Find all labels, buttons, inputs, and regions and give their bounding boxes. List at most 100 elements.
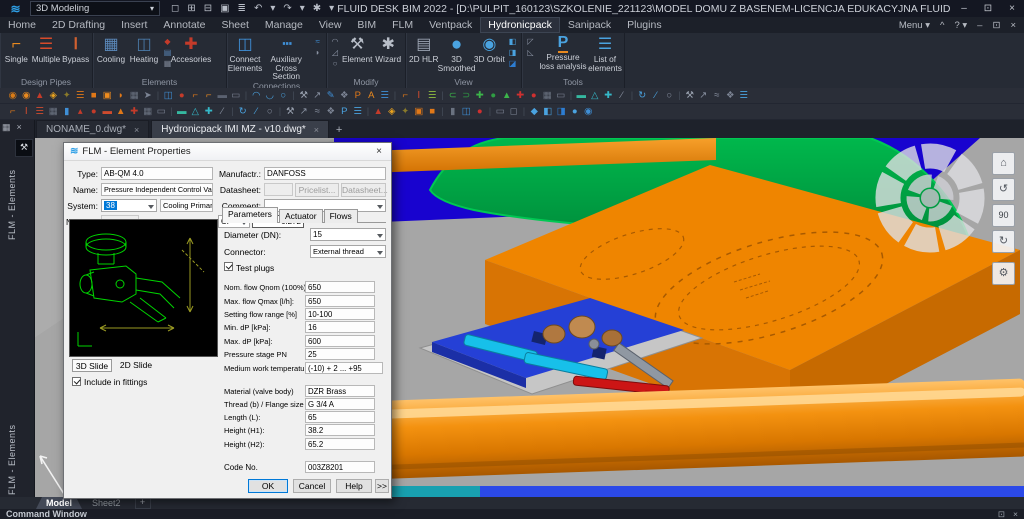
- toolbar-icon[interactable]: ▴: [74, 104, 88, 119]
- toolbar-icon[interactable]: ▬: [175, 104, 189, 119]
- toolbar-icon[interactable]: ∕: [649, 88, 663, 103]
- toolbar-icon[interactable]: ▲: [372, 104, 386, 119]
- minimize-icon[interactable]: –: [952, 3, 976, 14]
- toolbar-icon[interactable]: △: [588, 88, 602, 103]
- tab-annotate[interactable]: Annotate: [155, 17, 213, 33]
- ribbon-button-bypass[interactable]: Ⅰ Bypass: [61, 35, 90, 75]
- toolbar-icon[interactable]: ◗: [114, 88, 128, 103]
- tab-manage[interactable]: Manage: [257, 17, 311, 33]
- toolbar-icon[interactable]: ⚒: [683, 88, 697, 103]
- ribbon-button-cooling[interactable]: ▦ Cooling: [95, 35, 127, 75]
- restore-icon[interactable]: ⊡: [976, 3, 1000, 14]
- toolbar-icon[interactable]: ▬: [101, 104, 115, 119]
- toolbar-icon[interactable]: ▲: [114, 104, 128, 119]
- toolbar-icon[interactable]: Ⅰ: [20, 104, 34, 119]
- close-icon[interactable]: ×: [1000, 3, 1024, 14]
- sheet-set-icon[interactable]: ⊟: [201, 3, 215, 14]
- toolbar-icon[interactable]: ✚: [202, 104, 216, 119]
- toolbar-icon[interactable]: ⌐: [202, 88, 216, 103]
- doc-restore-icon[interactable]: ⊡: [988, 20, 1004, 31]
- toolbar-icon[interactable]: ❖: [724, 88, 738, 103]
- toolbar-icon[interactable]: ⌐: [6, 104, 20, 119]
- doc-close-icon[interactable]: ×: [1006, 20, 1020, 31]
- toolbar-icon[interactable]: ●: [175, 88, 189, 103]
- print-icon[interactable]: ≣: [235, 3, 249, 14]
- toolbar-icon[interactable]: ▭: [494, 104, 508, 119]
- new-tab-button[interactable]: +: [331, 123, 347, 138]
- toolbar-icon[interactable]: ⊂: [446, 88, 460, 103]
- cmdline-restore-icon[interactable]: ⊡: [998, 509, 1005, 519]
- tab-bim[interactable]: BIM: [349, 17, 384, 33]
- toolbar-icon[interactable]: ❖: [324, 104, 338, 119]
- toolbar-icon[interactable]: ↗: [311, 88, 325, 103]
- toolbar-icon[interactable]: ⚒: [297, 88, 311, 103]
- ribbon-button-heating[interactable]: ◫ Heating: [128, 35, 160, 75]
- toolbar-icon[interactable]: ⊃: [460, 88, 474, 103]
- ribbon-button-element[interactable]: ⚒ Element: [342, 35, 372, 75]
- toolbar-icon[interactable]: ∕: [250, 104, 264, 119]
- tab-insert[interactable]: Insert: [113, 17, 155, 33]
- toolbar-icon[interactable]: ◉: [6, 88, 20, 103]
- toolbar-icon[interactable]: ⌐: [189, 88, 203, 103]
- toolbar-icon[interactable]: ◠: [250, 88, 264, 103]
- toolbar-icon[interactable]: ▦: [141, 104, 155, 119]
- undo-caret-icon[interactable]: ▾: [267, 3, 278, 14]
- tab-hydronicpack[interactable]: Hydronicpack: [480, 17, 560, 33]
- type-field[interactable]: AB-QM 4.0: [101, 167, 213, 180]
- toolbar-icon[interactable]: ○: [329, 58, 341, 69]
- toolbar-icon[interactable]: Ⅰ: [412, 88, 426, 103]
- ribbon-button-accesories[interactable]: ✚ Accesories: [175, 35, 207, 75]
- tab-close-icon[interactable]: ×: [134, 125, 139, 135]
- toolbar-icon[interactable]: ▮: [60, 104, 74, 119]
- toolbar-icon[interactable]: ☰: [378, 88, 392, 103]
- toolbar-icon[interactable]: ◨: [555, 104, 569, 119]
- toolbar-icon[interactable]: ❖: [338, 88, 352, 103]
- dock-tab-flm-elements-bottom[interactable]: FLM - Elements: [7, 415, 17, 495]
- toolbar-icon[interactable]: ◈: [385, 104, 399, 119]
- toolbar-icon[interactable]: ◆: [528, 104, 542, 119]
- toolbar-icon[interactable]: ✚: [514, 88, 528, 103]
- code-number-field[interactable]: 003Z8201: [305, 461, 375, 473]
- save-icon[interactable]: ▣: [217, 3, 232, 14]
- toolbar-icon[interactable]: ▲: [500, 88, 514, 103]
- diameter-combobox[interactable]: 15: [310, 228, 386, 241]
- ribbon-button-wizard[interactable]: ✱ Wizard: [373, 35, 403, 75]
- workspace-dropdown[interactable]: 3D Modeling ▾: [30, 1, 160, 16]
- toolbar-icon[interactable]: ↻: [636, 88, 650, 103]
- toolbar-icon[interactable]: ▣: [101, 88, 115, 103]
- orbit-button[interactable]: ↻: [992, 230, 1015, 253]
- toolbar-icon[interactable]: ⌐: [399, 88, 413, 103]
- pricelist-button[interactable]: Pricelist...: [295, 183, 339, 197]
- toolbar-icon[interactable]: ▦: [128, 88, 142, 103]
- ribbon-button-auxiliary-cross-section[interactable]: ┅ Auxiliary Cross Section: [262, 35, 310, 81]
- toolbar-icon[interactable]: P: [338, 104, 352, 119]
- toolbar-icon[interactable]: ◻: [507, 104, 521, 119]
- test-plugs-checkbox[interactable]: [224, 262, 233, 271]
- toolbar-icon[interactable]: ●: [568, 104, 582, 119]
- ribbon-button-3d-smoothed[interactable]: ● 3D Smoothed: [441, 35, 473, 75]
- doc-tab-hydronicpack[interactable]: Hydronicpack IMI MZ - v10.dwg* ×: [151, 120, 329, 138]
- toolbar-icon[interactable]: ∕: [216, 104, 230, 119]
- tab-actuator[interactable]: Actuator: [279, 209, 323, 223]
- palette-grid-icon[interactable]: ▦: [2, 122, 11, 133]
- qa-overflow-icon[interactable]: ▾: [326, 3, 337, 14]
- tab-plugins[interactable]: Plugins: [619, 17, 669, 33]
- pin-ribbon-icon[interactable]: ^: [936, 20, 948, 31]
- help-button[interactable]: Help: [336, 479, 372, 493]
- panel-close-icon[interactable]: ×: [17, 122, 22, 133]
- toolbar-icon[interactable]: ◡: [263, 88, 277, 103]
- tab-parameters[interactable]: Parameters: [222, 207, 278, 223]
- toolbar-icon[interactable]: ◧: [506, 36, 519, 47]
- tab-home[interactable]: Home: [0, 17, 44, 33]
- element-preview-slide[interactable]: [69, 219, 218, 357]
- cmdline-close-icon[interactable]: ×: [1013, 509, 1018, 519]
- ribbon-button-list-of-elements[interactable]: ☰ List of elements: [589, 35, 621, 75]
- tab-sanipack[interactable]: Sanipack: [560, 17, 619, 33]
- toolbar-icon[interactable]: ≈: [311, 104, 325, 119]
- toolbar-icon[interactable]: ●: [527, 88, 541, 103]
- orbit-back-button[interactable]: ↺: [992, 178, 1015, 201]
- toolbar-icon[interactable]: ✚: [473, 88, 487, 103]
- toolbar-icon[interactable]: ☰: [737, 88, 751, 103]
- command-window-label[interactable]: Command Window: [6, 509, 87, 519]
- toolbar-icon[interactable]: ○: [277, 88, 291, 103]
